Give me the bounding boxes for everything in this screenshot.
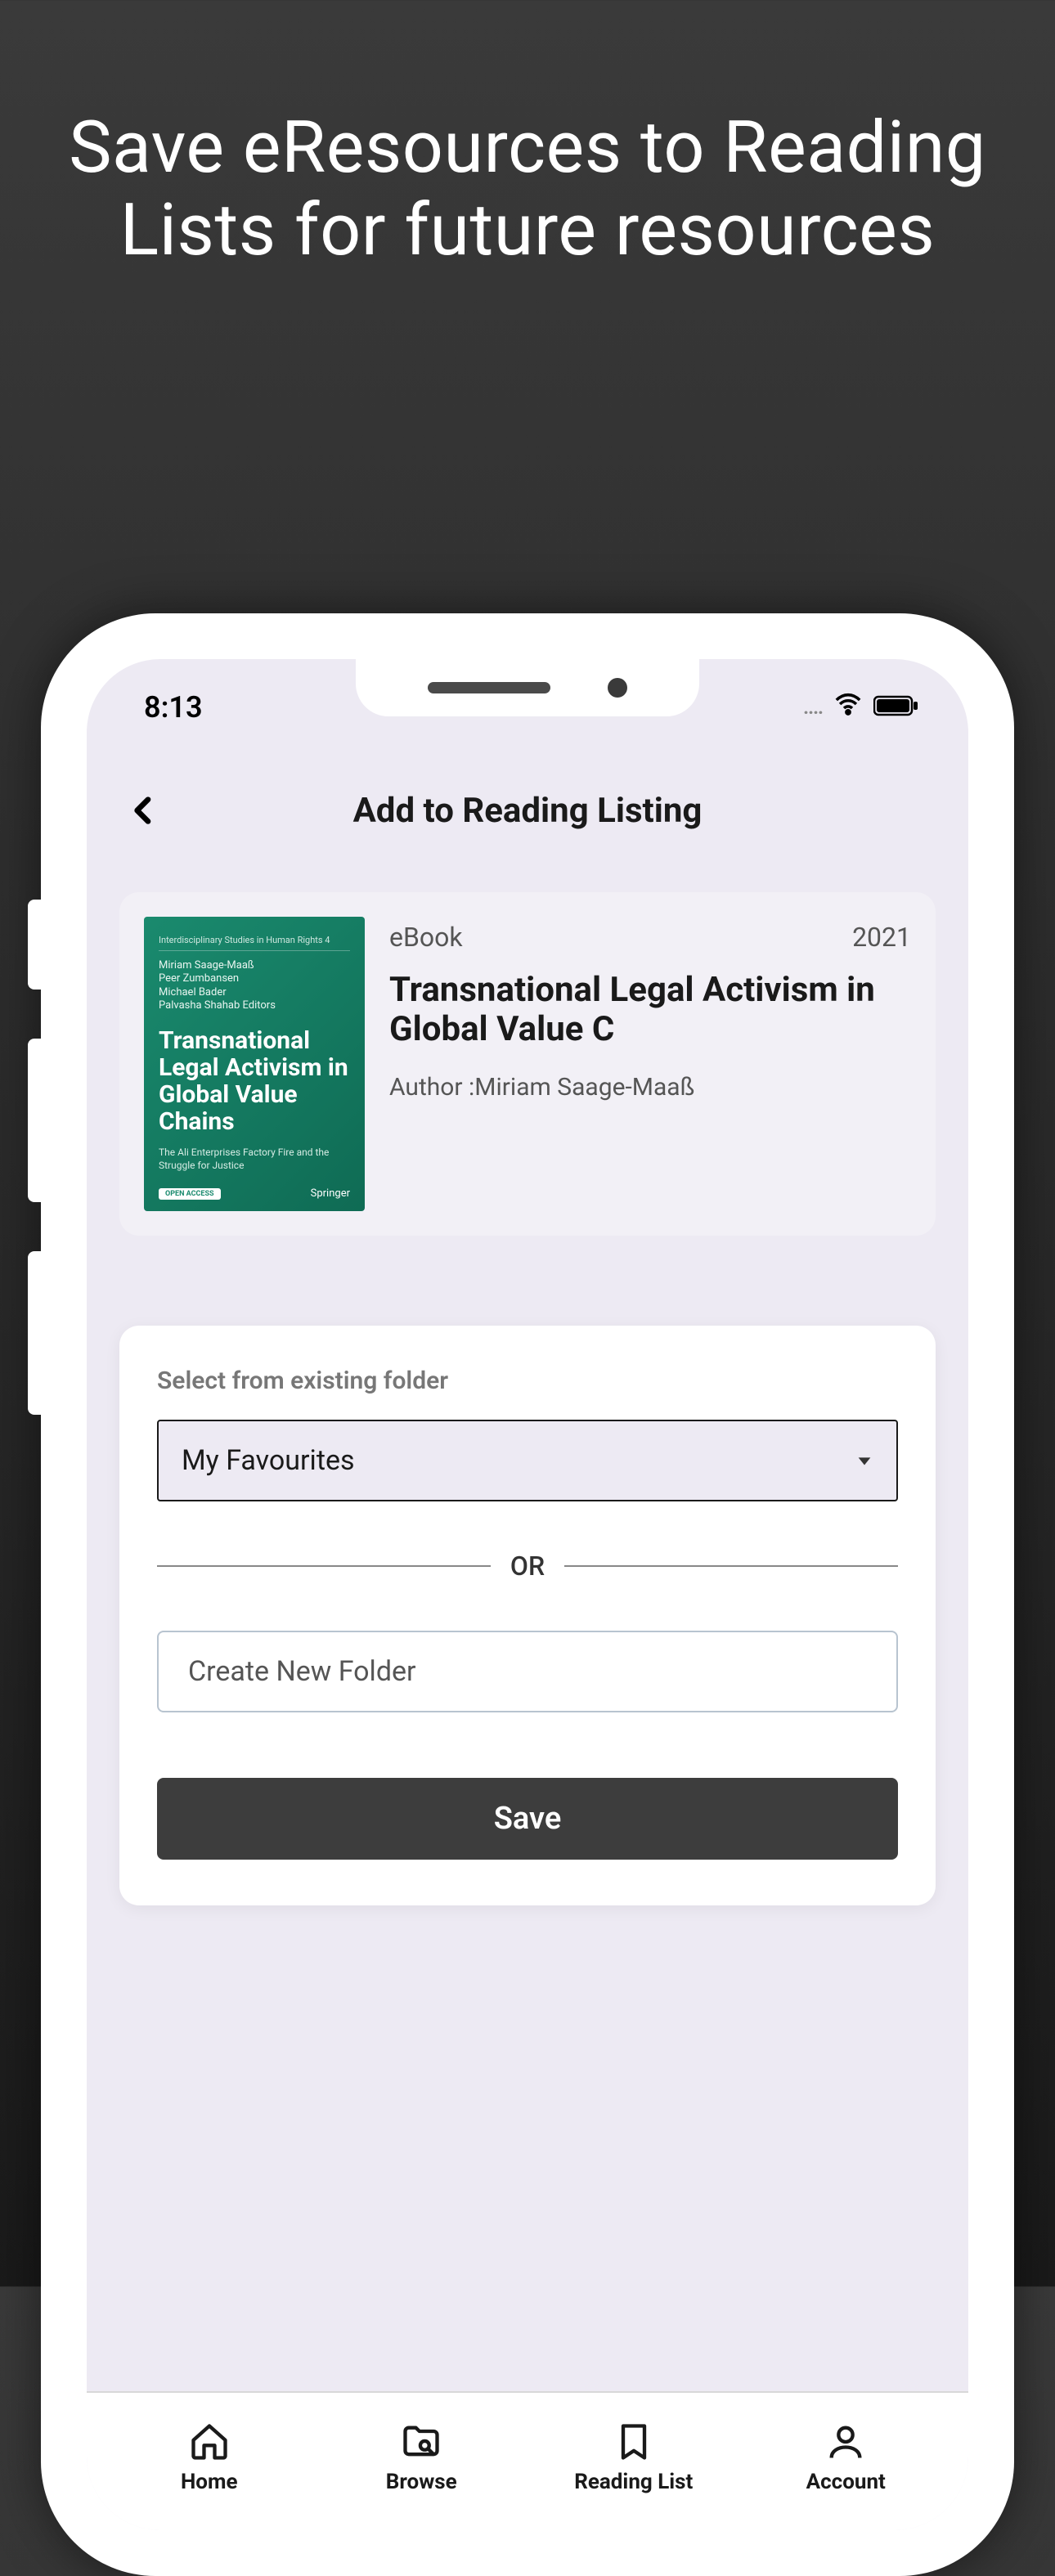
folder-select-value: My Favourites — [182, 1444, 355, 1477]
promo-headline: Save eResources to Reading Lists for fut… — [0, 0, 1055, 272]
cover-publisher: Springer — [311, 1187, 350, 1200]
book-year: 2021 — [852, 922, 911, 953]
battery-icon — [873, 690, 919, 725]
page-title: Add to Reading Listing — [87, 791, 968, 831]
phone-side-buttons — [28, 900, 41, 1464]
book-cover: Interdisciplinary Studies in Human Right… — [144, 917, 365, 1211]
phone-notch — [356, 659, 699, 716]
phone-frame: 8:13 .... Add to Reading Listing Interdi… — [41, 613, 1014, 2576]
book-card: Interdisciplinary Studies in Human Right… — [119, 892, 936, 1236]
tab-browse[interactable]: Browse — [316, 2421, 528, 2494]
status-time: 8:13 — [144, 675, 203, 725]
chevron-down-icon — [855, 1444, 873, 1477]
account-icon — [824, 2421, 867, 2463]
tab-account[interactable]: Account — [740, 2421, 953, 2494]
cover-subtitle: The Ali Enterprises Factory Fire and the… — [159, 1147, 350, 1172]
new-folder-placeholder: Create New Folder — [188, 1655, 416, 1688]
wifi-icon — [834, 690, 862, 725]
home-icon — [188, 2421, 231, 2463]
cover-title: Transnational Legal Activism in Global V… — [159, 1027, 350, 1135]
book-type: eBook — [389, 922, 463, 953]
divider — [564, 1565, 898, 1567]
back-button[interactable] — [119, 786, 168, 835]
cell-signal-icon: .... — [803, 696, 823, 719]
phone-screen: 8:13 .... Add to Reading Listing Interdi… — [87, 659, 968, 2530]
bookmark-icon — [613, 2421, 655, 2463]
browse-icon — [400, 2421, 442, 2463]
tab-label: Browse — [386, 2470, 457, 2494]
existing-folder-label: Select from existing folder — [157, 1367, 898, 1395]
nav-bar: Add to Reading Listing — [87, 741, 968, 868]
new-folder-input[interactable]: Create New Folder — [157, 1631, 898, 1712]
cover-series: Interdisciplinary Studies in Human Right… — [159, 935, 350, 951]
folder-select[interactable]: My Favourites — [157, 1420, 898, 1501]
tab-bar: Home Browse Reading List Account — [87, 2391, 968, 2530]
divider — [157, 1565, 491, 1567]
tab-home[interactable]: Home — [103, 2421, 316, 2494]
save-button[interactable]: Save — [157, 1778, 898, 1860]
tab-reading-list[interactable]: Reading List — [528, 2421, 740, 2494]
or-label: OR — [510, 1551, 545, 1582]
book-author: Author :Miriam Saage-Maaß — [389, 1073, 911, 1102]
tab-label: Reading List — [574, 2470, 693, 2494]
cover-authors: Miriam Saage-Maaß Peer Zumbansen Michael… — [159, 959, 350, 1012]
book-title: Transnational Legal Activism in Global V… — [389, 971, 911, 1050]
folder-form: Select from existing folder My Favourite… — [119, 1326, 936, 1905]
cover-open-access-badge: OPEN ACCESS — [159, 1188, 221, 1200]
tab-label: Home — [181, 2470, 238, 2494]
tab-label: Account — [806, 2470, 886, 2494]
